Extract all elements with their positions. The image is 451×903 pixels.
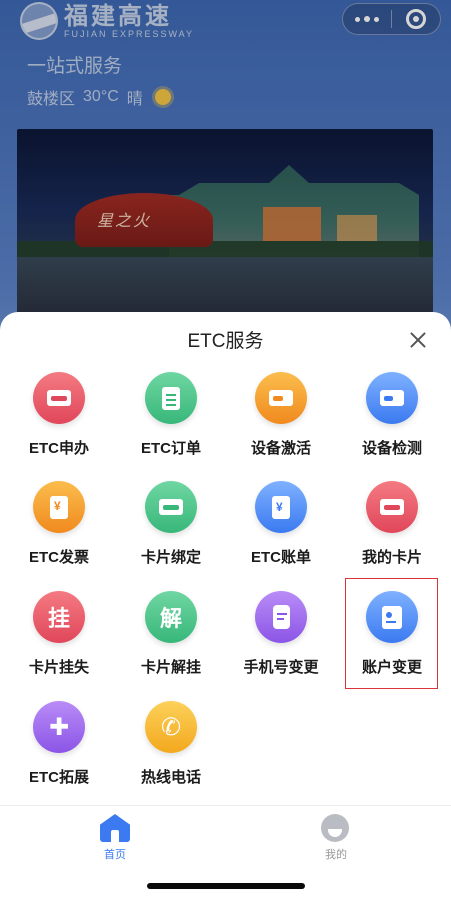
puzzle-icon: ✚: [33, 701, 85, 753]
service-label: 设备激活: [250, 440, 311, 457]
service-etc-invoice[interactable]: ¥ ETC发票: [3, 471, 115, 581]
service-etc-bill[interactable]: ¥ ETC账单: [225, 471, 337, 581]
service-etc-order[interactable]: ETC订单: [115, 362, 227, 472]
phone-call-icon: ✆: [145, 701, 197, 753]
service-label: ETC拓展: [28, 769, 89, 786]
service-card-unlock[interactable]: 解 卡片解挂: [115, 581, 227, 691]
etc-card-icon: [366, 481, 418, 533]
profile-icon: [321, 814, 351, 842]
service-device-activate[interactable]: 设备激活: [225, 362, 337, 472]
invoice-yen-icon: ¥: [33, 481, 85, 533]
tab-home[interactable]: 首页: [85, 814, 145, 862]
service-device-check[interactable]: 设备检测: [336, 362, 448, 472]
clipboard-list-icon: [145, 372, 197, 424]
service-etc-extend[interactable]: ✚ ETC拓展: [3, 691, 115, 801]
home-icon: [100, 814, 130, 842]
close-icon[interactable]: [404, 326, 432, 354]
home-indicator: [147, 883, 305, 889]
service-label: ETC发票: [28, 549, 89, 566]
service-label: ETC账单: [250, 549, 311, 566]
card-bind-icon: [145, 481, 197, 533]
service-phone-change[interactable]: 手机号变更: [225, 581, 337, 691]
unlock-glyph-icon: 解: [145, 591, 197, 643]
service-etc-apply[interactable]: ETC申办: [3, 362, 115, 472]
service-label: 热线电话: [140, 769, 201, 786]
service-label: 设备检测: [361, 440, 422, 457]
service-card-report-loss[interactable]: 挂 卡片挂失: [3, 581, 115, 691]
report-loss-glyph-icon: 挂: [33, 591, 85, 643]
service-label: 卡片挂失: [28, 659, 89, 676]
bill-yen-icon: ¥: [255, 481, 307, 533]
service-label: 手机号变更: [243, 659, 319, 676]
tab-profile[interactable]: 我的: [306, 814, 366, 862]
device-check-icon: [366, 372, 418, 424]
sheet-title: ETC服务: [187, 331, 264, 352]
service-hotline[interactable]: ✆ 热线电话: [115, 691, 227, 801]
phone-change-icon: [255, 591, 307, 643]
device-activate-icon: [255, 372, 307, 424]
service-label: ETC订单: [140, 440, 201, 457]
tab-home-label: 首页: [104, 849, 126, 861]
service-label: 卡片解挂: [140, 659, 201, 676]
highlight-box: [345, 578, 438, 689]
etc-card-icon: [33, 372, 85, 424]
service-label: ETC申办: [28, 440, 89, 457]
service-label: 卡片绑定: [140, 549, 201, 566]
service-card-bind[interactable]: 卡片绑定: [115, 471, 227, 581]
tab-profile-label: 我的: [325, 849, 347, 861]
service-my-cards[interactable]: 我的卡片: [336, 471, 448, 581]
service-label: 我的卡片: [361, 549, 422, 566]
